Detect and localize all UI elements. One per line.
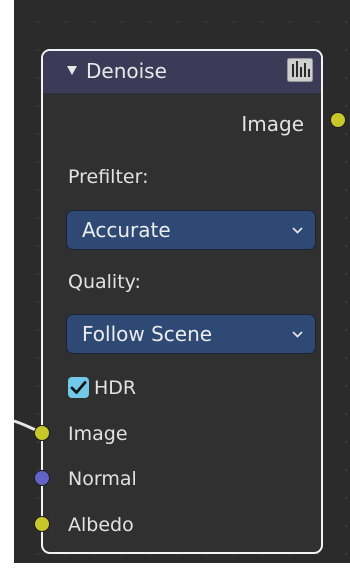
hdr-label: HDR xyxy=(94,377,137,399)
checkmark-icon xyxy=(70,381,87,394)
prefilter-dropdown[interactable]: Accurate xyxy=(66,210,316,250)
output-image-socket[interactable] xyxy=(330,112,346,128)
input-image-label: Image xyxy=(68,423,128,445)
prefilter-label: Prefilter: xyxy=(68,166,149,188)
node-title: Denoise xyxy=(86,59,167,83)
input-normal-label: Normal xyxy=(68,468,137,490)
triangle-down-icon[interactable] xyxy=(67,66,77,75)
output-image-label: Image xyxy=(241,112,304,136)
input-albedo-label: Albedo xyxy=(68,514,134,536)
chevron-down-icon xyxy=(292,227,303,234)
node-header[interactable]: Denoise xyxy=(43,51,321,93)
prefilter-value: Accurate xyxy=(82,218,171,242)
quality-label: Quality: xyxy=(68,271,141,293)
quality-value: Follow Scene xyxy=(82,322,213,346)
chevron-down-icon xyxy=(292,331,303,338)
input-albedo-socket[interactable] xyxy=(34,516,50,532)
hdr-checkbox[interactable] xyxy=(68,377,89,398)
denoise-node[interactable]: Denoise Image Prefilter: Accurate Qualit… xyxy=(41,49,323,554)
input-image-socket[interactable] xyxy=(34,425,50,441)
quality-dropdown[interactable]: Follow Scene xyxy=(66,314,316,354)
input-normal-socket[interactable] xyxy=(34,470,50,486)
denoise-node-icon[interactable] xyxy=(287,58,313,82)
